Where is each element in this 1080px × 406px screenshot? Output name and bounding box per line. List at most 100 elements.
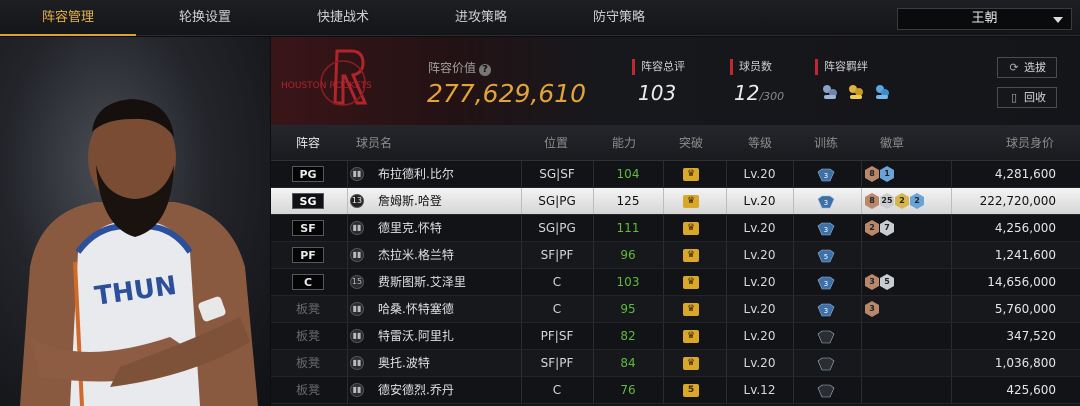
top-tab-bar: 阵容管理 轮换设置 快捷战术 进攻策略 防守策略 王朝 — [0, 0, 1080, 36]
tab-rotation[interactable]: 轮换设置 — [136, 0, 274, 36]
team-logo: HOUSTON ROCKETS — [279, 43, 419, 119]
badge-list: 3 — [865, 301, 880, 317]
player-name[interactable]: 费斯图斯.艾泽里 — [378, 269, 466, 295]
column-divider — [347, 350, 348, 376]
player-name[interactable]: 德里克.怀特 — [378, 215, 442, 241]
badge-icon[interactable]: 3 — [865, 274, 879, 290]
breakthrough-crown-icon[interactable]: ♛ — [683, 357, 699, 370]
breakthrough-crown-icon[interactable]: ♛ — [683, 222, 699, 235]
training-icon[interactable]: 3 — [817, 275, 835, 290]
column-divider — [861, 377, 862, 403]
recycle-button[interactable]: ▯ 回收 — [997, 87, 1057, 108]
tab-defense[interactable]: 防守策略 — [550, 0, 688, 36]
col-name[interactable]: 球员名 — [351, 125, 397, 161]
table-row[interactable]: PG ▮▮ 布拉德利.比尔 SG|SF 104 ♛ Lv.20 3 8 1 4,281,600 — [271, 161, 1080, 188]
breakthrough-crown-icon[interactable]: ♛ — [683, 249, 699, 262]
column-divider — [347, 215, 348, 241]
column-divider — [861, 242, 862, 268]
bars-icon: ▮▮ — [350, 167, 364, 181]
help-icon[interactable]: ? — [479, 64, 492, 76]
training-icon[interactable] — [817, 356, 835, 371]
training-icon[interactable]: 3 — [817, 194, 835, 209]
column-divider — [951, 296, 952, 322]
bond-icon-1[interactable] — [821, 83, 839, 105]
table-header: 阵容 球员名 位置 能力 突破 等级 训练 徽章 球员身价 — [271, 125, 1080, 161]
refresh-icon: ⟳ — [1009, 61, 1019, 74]
player-ability: 104 — [616, 167, 640, 181]
table-row[interactable]: 板凳 ▮▮ 奥托.波特 SF|PF 84 ♛ Lv.20 1,036,800 — [271, 350, 1080, 377]
player-position: SF|PF — [540, 248, 574, 262]
col-training[interactable]: 训练 — [803, 125, 849, 161]
column-divider — [951, 350, 952, 376]
badge-icon[interactable]: 2 — [895, 193, 909, 209]
badge-icon[interactable]: 8 — [865, 193, 879, 209]
badge-icon[interactable]: 7 — [880, 220, 894, 236]
column-divider — [793, 350, 794, 376]
player-name[interactable]: 德安德烈.乔丹 — [378, 377, 454, 403]
player-name[interactable]: 詹姆斯.哈登 — [378, 188, 442, 214]
training-icon[interactable]: 3 — [817, 302, 835, 317]
column-divider — [793, 188, 794, 214]
badge-icon[interactable]: 1 — [880, 166, 894, 182]
table-row[interactable]: C 15 费斯图斯.艾泽里 C 103 ♛ Lv.20 3 3 5 14,656,000 — [271, 269, 1080, 296]
breakthrough-crown-icon[interactable]: ♛ — [683, 195, 699, 208]
table-row[interactable]: SF ▮▮ 德里克.怀特 SG|PG 111 ♛ Lv.20 3 2 7 4,256,000 — [271, 215, 1080, 242]
player-name[interactable]: 奥托.波特 — [378, 350, 430, 376]
col-breakthrough[interactable]: 突破 — [668, 125, 714, 161]
badge-icon[interactable]: 2 — [910, 193, 924, 209]
player-level: Lv.20 — [743, 167, 776, 181]
col-ability[interactable]: 能力 — [601, 125, 647, 161]
badge-icon[interactable]: 3 — [865, 301, 879, 317]
bars-icon: ▮▮ — [350, 329, 364, 343]
badge-icon[interactable]: 8 — [865, 166, 879, 182]
player-ability: 84 — [620, 356, 636, 370]
tab-quick-tactics[interactable]: 快捷战术 — [274, 0, 412, 36]
tab-offense[interactable]: 进攻策略 — [412, 0, 550, 36]
player-position: C — [552, 275, 562, 289]
player-name[interactable]: 杰拉米.格兰特 — [378, 242, 454, 268]
bond-icon-2[interactable] — [847, 83, 865, 105]
player-name[interactable]: 特雷沃.阿里扎 — [378, 323, 454, 349]
scout-button[interactable]: ⟳ 选拔 — [997, 57, 1057, 78]
player-name[interactable]: 哈桑.怀特塞德 — [378, 296, 454, 322]
column-divider — [793, 161, 794, 187]
tab-lineup[interactable]: 阵容管理 — [0, 0, 136, 36]
training-icon[interactable]: 3 — [817, 221, 835, 236]
training-icon[interactable]: 5 — [817, 248, 835, 263]
bond-icon-3[interactable] — [873, 83, 891, 105]
training-icon[interactable] — [817, 383, 835, 398]
team-select[interactable]: 王朝 — [897, 8, 1072, 30]
player-level: Lv.20 — [743, 194, 776, 208]
breakthrough-crown-icon[interactable]: 5 — [683, 384, 699, 397]
col-position[interactable]: 位置 — [533, 125, 579, 161]
team-header: HOUSTON ROCKETS 阵容价值? 277,629,610 阵容总评 1… — [271, 37, 1080, 125]
badge-icon[interactable]: 25 — [880, 193, 894, 209]
col-level[interactable]: 等级 — [737, 125, 783, 161]
player-value: 14,656,000 — [987, 275, 1056, 289]
jersey-number-icon: 13 — [350, 194, 364, 208]
player-level: Lv.20 — [743, 221, 776, 235]
breakthrough-crown-icon[interactable]: ♛ — [683, 276, 699, 289]
chevron-down-icon — [1053, 17, 1063, 23]
slot-badge: PF — [292, 247, 324, 263]
table-row[interactable]: PF ▮▮ 杰拉米.格兰特 SF|PF 96 ♛ Lv.20 5 1,241,600 — [271, 242, 1080, 269]
player-position: SF|PF — [540, 356, 574, 370]
table-row[interactable]: 板凳 ▮▮ 特雷沃.阿里扎 PF|SF 82 ♛ Lv.20 347,520 — [271, 323, 1080, 350]
team-select-value: 王朝 — [971, 11, 998, 26]
col-badges[interactable]: 徽章 — [869, 125, 915, 161]
badge-icon[interactable]: 2 — [865, 220, 879, 236]
breakthrough-crown-icon[interactable]: ♛ — [683, 330, 699, 343]
breakthrough-crown-icon[interactable]: ♛ — [683, 303, 699, 316]
player-count-label: 球员数 — [730, 59, 772, 75]
badge-icon[interactable]: 5 — [880, 274, 894, 290]
training-icon[interactable]: 3 — [817, 167, 835, 182]
table-row[interactable]: 板凳 ▮▮ 哈桑.怀特塞德 C 95 ♛ Lv.20 3 3 5,760,000 — [271, 296, 1080, 323]
breakthrough-crown-icon[interactable]: ♛ — [683, 168, 699, 181]
column-divider — [951, 188, 952, 214]
table-row[interactable]: 板凳 ▮▮ 德安德烈.乔丹 C 76 5 Lv.12 425,600 — [271, 377, 1080, 404]
training-icon[interactable] — [817, 329, 835, 344]
col-player-value[interactable]: 球员身价 — [995, 125, 1065, 161]
col-slot[interactable]: 阵容 — [285, 125, 331, 161]
table-row[interactable]: SG 13 詹姆斯.哈登 SG|PG 125 ♛ Lv.20 3 8 25 2 2 222,720,00… — [271, 188, 1080, 215]
player-name[interactable]: 布拉德利.比尔 — [378, 161, 454, 187]
